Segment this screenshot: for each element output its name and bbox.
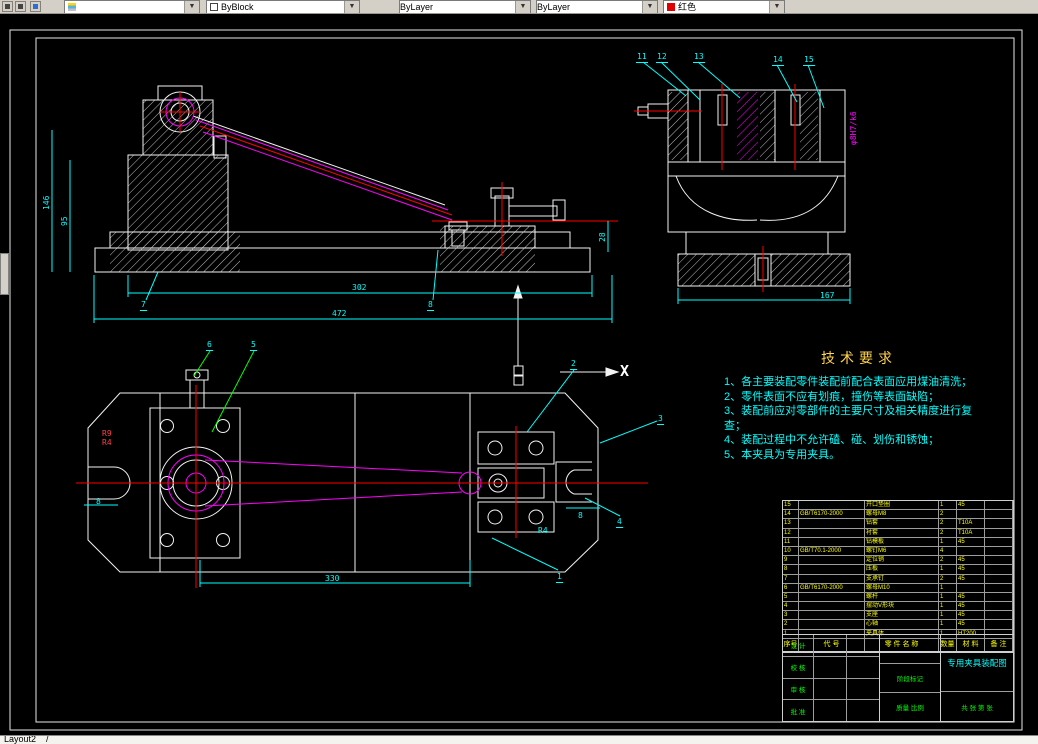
titleblock-left: 设 计校 核审 核批 准: [783, 635, 880, 721]
dimension-label: 472: [332, 309, 347, 318]
dimension-label: 95: [60, 216, 69, 226]
color-swatch-icon: [667, 3, 675, 11]
color-combo-value: 红色: [678, 2, 697, 12]
parts-list-row: 12 衬套 2 T10A: [783, 528, 1013, 538]
tech-requirements-list: 1、各主要装配零件装配前配合表面应用煤油清洗； 2、零件表面不应有划痕，撞伤等表面…: [724, 375, 994, 462]
dimension-label: 28: [598, 232, 607, 242]
part-callout-2: 2: [570, 359, 577, 370]
part-callout-14: 14: [772, 55, 784, 66]
parts-list-row: 3 支座 1 45: [783, 611, 1013, 621]
part-callout-1: 1: [556, 572, 563, 583]
titleblock-cell: 质量 比例: [896, 705, 924, 712]
toolbar-fragment: [0, 253, 9, 295]
top-toolbar: ▼ ByBlock ▼ ByLayer ▼ ByLayer ▼ 红色 ▼: [0, 0, 1038, 14]
dimension-label: R4: [102, 438, 112, 447]
chevron-down-icon[interactable]: ▼: [515, 1, 530, 13]
color-combo[interactable]: 红色 ▼: [663, 0, 785, 13]
dimension-label: 330: [325, 574, 340, 583]
dimension-label: 146: [42, 195, 51, 210]
part-callout-3: 3: [657, 414, 664, 425]
dimension-label: 167: [820, 291, 835, 300]
tech-requirement-item: 4、装配过程中不允许磕、碰、划伤和锈蚀；: [724, 434, 940, 446]
part-callout-7: 7: [140, 300, 147, 311]
title-block: 设 计校 核审 核批 准 阶段标记 质量 比例 专用夹具装配图 共 张 第 张: [782, 634, 1014, 722]
chevron-down-icon[interactable]: ▼: [184, 1, 199, 13]
parts-list-row: 13 钻套 2 T10A: [783, 519, 1013, 529]
part-callout-13: 13: [693, 52, 705, 63]
tech-requirement-item: 3、装配前应对零部件的主要尺寸及相关精度进行复查；: [724, 405, 973, 432]
drawing-title: 专用夹具装配图: [941, 635, 1013, 693]
lineweight-combo[interactable]: ByLayer ▼: [399, 0, 531, 13]
linetype-combo-value: ByBlock: [221, 2, 254, 12]
toolbar-button[interactable]: [2, 1, 13, 12]
tech-requirement-item: 1、各主要装配零件装配前配合表面应用煤油清洗；: [724, 376, 973, 388]
dimension-label: 8: [578, 511, 583, 520]
parts-list-row: 2 心轴 1 45: [783, 620, 1013, 630]
part-callout-6: 6: [206, 340, 213, 351]
tech-requirement-item: 2、零件表面不应有划痕，撞伤等表面缺陷；: [724, 390, 940, 403]
titleblock-row: 校 核: [783, 656, 879, 679]
layer-properties-icon[interactable]: [30, 1, 41, 12]
parts-list-row: 14 GB/T6170-2000 螺母M8 2: [783, 510, 1013, 520]
part-callout-5: 5: [250, 340, 257, 351]
titleblock-middle: 阶段标记 质量 比例: [880, 635, 941, 721]
parts-list-row: 9 定位销 2 45: [783, 556, 1013, 566]
dimension-label: R9: [102, 429, 112, 438]
technical-requirements: 技术要求 1、各主要装配零件装配前配合表面应用煤油清洗； 2、零件表面不应有划痕，…: [724, 348, 994, 462]
titleblock-row: 设 计: [783, 635, 879, 657]
dimension-label: R4: [538, 526, 548, 535]
parts-list-row: 15 开口垫圈 1 45: [783, 501, 1013, 511]
chevron-down-icon[interactable]: ▼: [642, 1, 657, 13]
chevron-down-icon[interactable]: ▼: [344, 1, 359, 13]
parts-list-row: 10 GB/T70.1-2000 螺钉M6 4: [783, 546, 1013, 557]
tech-requirements-title: 技术要求: [821, 350, 897, 366]
plotstyle-combo[interactable]: ByLayer ▼: [536, 0, 658, 13]
parts-list-row: 7 支承钉 2 45: [783, 574, 1013, 584]
titleblock-cell: [880, 635, 940, 664]
parts-list-row: 8 压板 1 45: [783, 565, 1013, 575]
dimension-label: 302: [352, 283, 367, 292]
parts-list-row: 11 钻模板 1 45: [783, 537, 1013, 547]
part-callout-4: 4: [616, 517, 623, 528]
tech-requirement-item: 5、本夹具为专用夹具。: [724, 448, 841, 461]
dimension-label: φ8H7/k6: [849, 111, 858, 145]
part-callout-11: 11: [636, 52, 648, 63]
toolbar-button[interactable]: [15, 1, 26, 12]
titleblock-row: 批 准: [783, 700, 879, 721]
layer-state-icon: [68, 3, 76, 11]
linetype-combo[interactable]: ByBlock ▼: [206, 0, 360, 13]
layer-combo[interactable]: ▼: [64, 0, 200, 13]
part-callout-12: 12: [656, 52, 668, 63]
parts-list: 15 开口垫圈 1 45 14 GB/T6170-2000 螺母M8 2 13 钻套 2 T10A 12…: [782, 500, 1014, 653]
lineweight-combo-value: ByLayer: [400, 2, 434, 12]
titleblock-right: 专用夹具装配图 共 张 第 张: [941, 635, 1013, 721]
parts-list-row: 6 GB/T6170-2000 螺母M10 1: [783, 583, 1013, 593]
parts-list-row: 4 摆动V形块 1 45: [783, 602, 1013, 612]
sheet-info: 共 张 第 张: [961, 704, 993, 712]
byblock-icon: [210, 3, 218, 11]
part-callout-8: 8: [427, 300, 434, 311]
parts-list-row: 5 螺杆 1 45: [783, 592, 1013, 603]
view-direction-label: X: [620, 362, 630, 380]
part-callout-15: 15: [803, 55, 815, 66]
chevron-down-icon[interactable]: ▼: [769, 1, 784, 13]
cad-canvas: 7 8 11 12 13 14 15 6 5 2 3 4 1 302 472 146 95 28 167 330 8 8 R…: [0, 13, 1038, 735]
dimension-label: 8: [96, 497, 101, 506]
titleblock-row: 审 核: [783, 678, 879, 701]
titleblock-cell: 阶段标记: [880, 664, 940, 693]
plotstyle-combo-value: ByLayer: [537, 2, 571, 12]
parts-list-rows: 15 开口垫圈 1 45 14 GB/T6170-2000 螺母M8 2 13 钻套 2 T10A 12…: [783, 501, 1013, 639]
